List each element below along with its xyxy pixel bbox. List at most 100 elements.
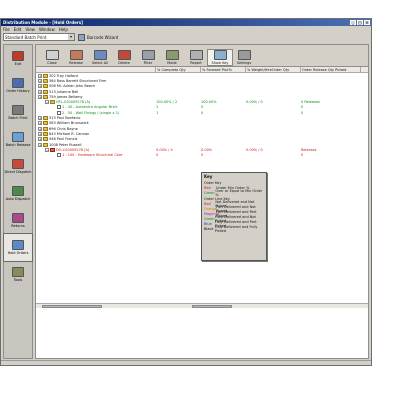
- key-description: Over or Equal to Min Order %: [215, 188, 263, 197]
- expand-toggle-icon[interactable]: +: [38, 84, 42, 89]
- tree-row-cell: 0: [301, 110, 304, 115]
- menu-item-view[interactable]: View: [25, 27, 35, 32]
- expand-toggle-icon[interactable]: +: [38, 89, 42, 94]
- column-header[interactable]: % Weight/HireOrder Qty: [246, 67, 301, 72]
- expand-toggle-icon[interactable]: +: [38, 121, 42, 126]
- maximize-button[interactable]: □: [357, 20, 363, 25]
- barcode-wizard-label: Barcode Wizard: [87, 34, 119, 40]
- tree-row-cell: 100.00% / 2: [156, 100, 178, 105]
- settings-button[interactable]: Settings: [232, 50, 256, 65]
- mode-button[interactable]: Mode: [160, 50, 184, 65]
- returns-icon: [12, 213, 24, 223]
- report-button[interactable]: Report: [184, 50, 208, 65]
- tree-row-cell: 1: [156, 110, 159, 115]
- menu-item-edit[interactable]: Edit: [14, 27, 22, 32]
- expand-toggle-icon[interactable]: +: [38, 94, 42, 99]
- sidebar-item-label: Batch Release: [5, 143, 31, 147]
- mode-icon: [165, 50, 179, 60]
- filter-button[interactable]: Filter: [136, 50, 160, 65]
- key-popup: Key Order Key Red Under Min Order % Green O…: [201, 172, 267, 261]
- customer-folder-icon: [43, 131, 48, 136]
- sidebar-item-returns[interactable]: Returns: [4, 207, 32, 234]
- select-all-button[interactable]: Select All: [88, 50, 112, 65]
- tree-row-label: 843 Michael R. Cannon: [49, 131, 90, 136]
- scrollbar-thumb[interactable]: [42, 304, 102, 308]
- scrollbar-thumb-secondary[interactable]: [192, 304, 232, 308]
- auto-icon: [12, 186, 24, 196]
- expand-toggle-icon[interactable]: −: [45, 100, 49, 105]
- expand-toggle-icon[interactable]: +: [38, 131, 42, 136]
- expand-toggle-icon[interactable]: +: [38, 137, 42, 142]
- sidebar-item-tools[interactable]: Tools: [4, 261, 32, 288]
- tree-row-label: HFL-CS0009278 (A): [56, 100, 91, 105]
- expand-toggle-icon[interactable]: +: [38, 78, 42, 83]
- print-profile-select[interactable]: Standard Batch Print ▾: [3, 33, 75, 41]
- sidebar-item-label: Order History: [6, 89, 30, 93]
- sidebar-item-exit[interactable]: Exit: [4, 45, 32, 72]
- tree-row-label: 759 James Bellamy: [49, 94, 83, 99]
- print-profile-value: Standard Batch Print: [5, 34, 47, 40]
- expand-toggle-icon[interactable]: +: [38, 116, 42, 121]
- close-window-button[interactable]: ×: [364, 20, 370, 25]
- tree-row-cell: 100.00%: [201, 100, 217, 105]
- barcode-wizard-button[interactable]: Barcode Wizard: [78, 33, 119, 41]
- key-color-name: Black: [204, 226, 214, 231]
- sidebar-item-hold-orders[interactable]: Hold Orders: [3, 233, 33, 262]
- customer-folder-icon: [43, 94, 48, 99]
- tree-row-cell: 0.00%: [201, 147, 213, 152]
- sidebar-item-auto-dispatch[interactable]: Auto Dispatch: [4, 180, 32, 207]
- customer-folder-icon: [43, 89, 48, 94]
- key-description: Fully Delivered and Fully Picked: [214, 224, 258, 233]
- column-header[interactable]: Order Release Qty Picked: [301, 67, 361, 72]
- column-header[interactable]: % Forward Pick%: [201, 67, 246, 72]
- column-header[interactable]: [36, 67, 156, 72]
- delete-button[interactable]: Delete: [112, 50, 136, 65]
- tree-row-label: 2 - 50 - Wall Fixings / (single x 2): [62, 110, 120, 115]
- tree-row-cell: 0.00% / 0: [246, 100, 263, 105]
- column-header[interactable]: % Complete Qty: [156, 67, 201, 72]
- tree-row-label: 508 Mr. Adrian John Beech: [49, 84, 96, 89]
- tree-row-cell: 0: [201, 153, 204, 158]
- tree-row-label: 948 Paul Francis: [49, 137, 78, 142]
- show-key-button[interactable]: Show Key: [207, 49, 233, 66]
- tree-row[interactable]: 1 - 100 - Hardware Structural Care 0 0 0: [36, 152, 368, 158]
- truck-icon: [12, 159, 24, 169]
- tree-row-cell: 0 Releases: [301, 100, 320, 105]
- toolbar-button-label: Settings: [236, 61, 252, 65]
- tree-row-cell: 1: [156, 105, 159, 110]
- sidebar-item-direct-dispatch[interactable]: Direct Dispatch: [4, 153, 32, 180]
- horizontal-scrollbar[interactable]: [36, 303, 368, 308]
- expand-toggle-icon[interactable]: +: [38, 73, 42, 78]
- sidebar-item-label: Exit: [14, 62, 22, 66]
- key-color-name: Blue: [204, 221, 212, 226]
- order-line-icon: [57, 105, 61, 110]
- barcode-icon: [78, 33, 85, 41]
- sidebar-item-label: Returns: [11, 224, 25, 228]
- printer-icon: [12, 105, 24, 115]
- expand-toggle-icon[interactable]: +: [38, 142, 42, 147]
- sidebar-item-batch-release[interactable]: Batch Release: [4, 126, 32, 153]
- chevron-down-icon[interactable]: ▾: [68, 34, 74, 40]
- sidebar-item-order-history[interactable]: Order History: [4, 72, 32, 99]
- key-legend-row: Black Fully Delivered and Fully Picked: [204, 224, 264, 233]
- tree-row-cell: 0: [156, 153, 159, 158]
- sidebar-item-batch-print[interactable]: Batch Print: [4, 99, 32, 126]
- hold-icon: [12, 240, 24, 250]
- minimize-button[interactable]: _: [350, 20, 356, 25]
- filter-icon: [141, 50, 155, 60]
- menu-item-help[interactable]: Help: [59, 27, 68, 32]
- customer-folder-icon: [43, 126, 48, 131]
- sidebar-item-label: Direct Dispatch: [4, 170, 32, 174]
- release-button[interactable]: Release: [64, 50, 88, 65]
- expand-toggle-icon[interactable]: +: [38, 126, 42, 131]
- menu-item-window[interactable]: Window: [39, 27, 55, 32]
- order-line-icon: [57, 110, 61, 115]
- sidebar: Exit Order History Batch Print Batch Releas…: [3, 44, 33, 359]
- expand-toggle-icon[interactable]: −: [45, 147, 49, 152]
- menu-item-file[interactable]: File: [3, 27, 10, 32]
- delete-icon: [117, 50, 131, 60]
- close-button[interactable]: Close: [40, 50, 64, 65]
- release-icon: [12, 132, 24, 142]
- tools-icon: [12, 267, 24, 277]
- title-bar: Distribution Module - [Hold Orders] _ □ …: [1, 19, 371, 26]
